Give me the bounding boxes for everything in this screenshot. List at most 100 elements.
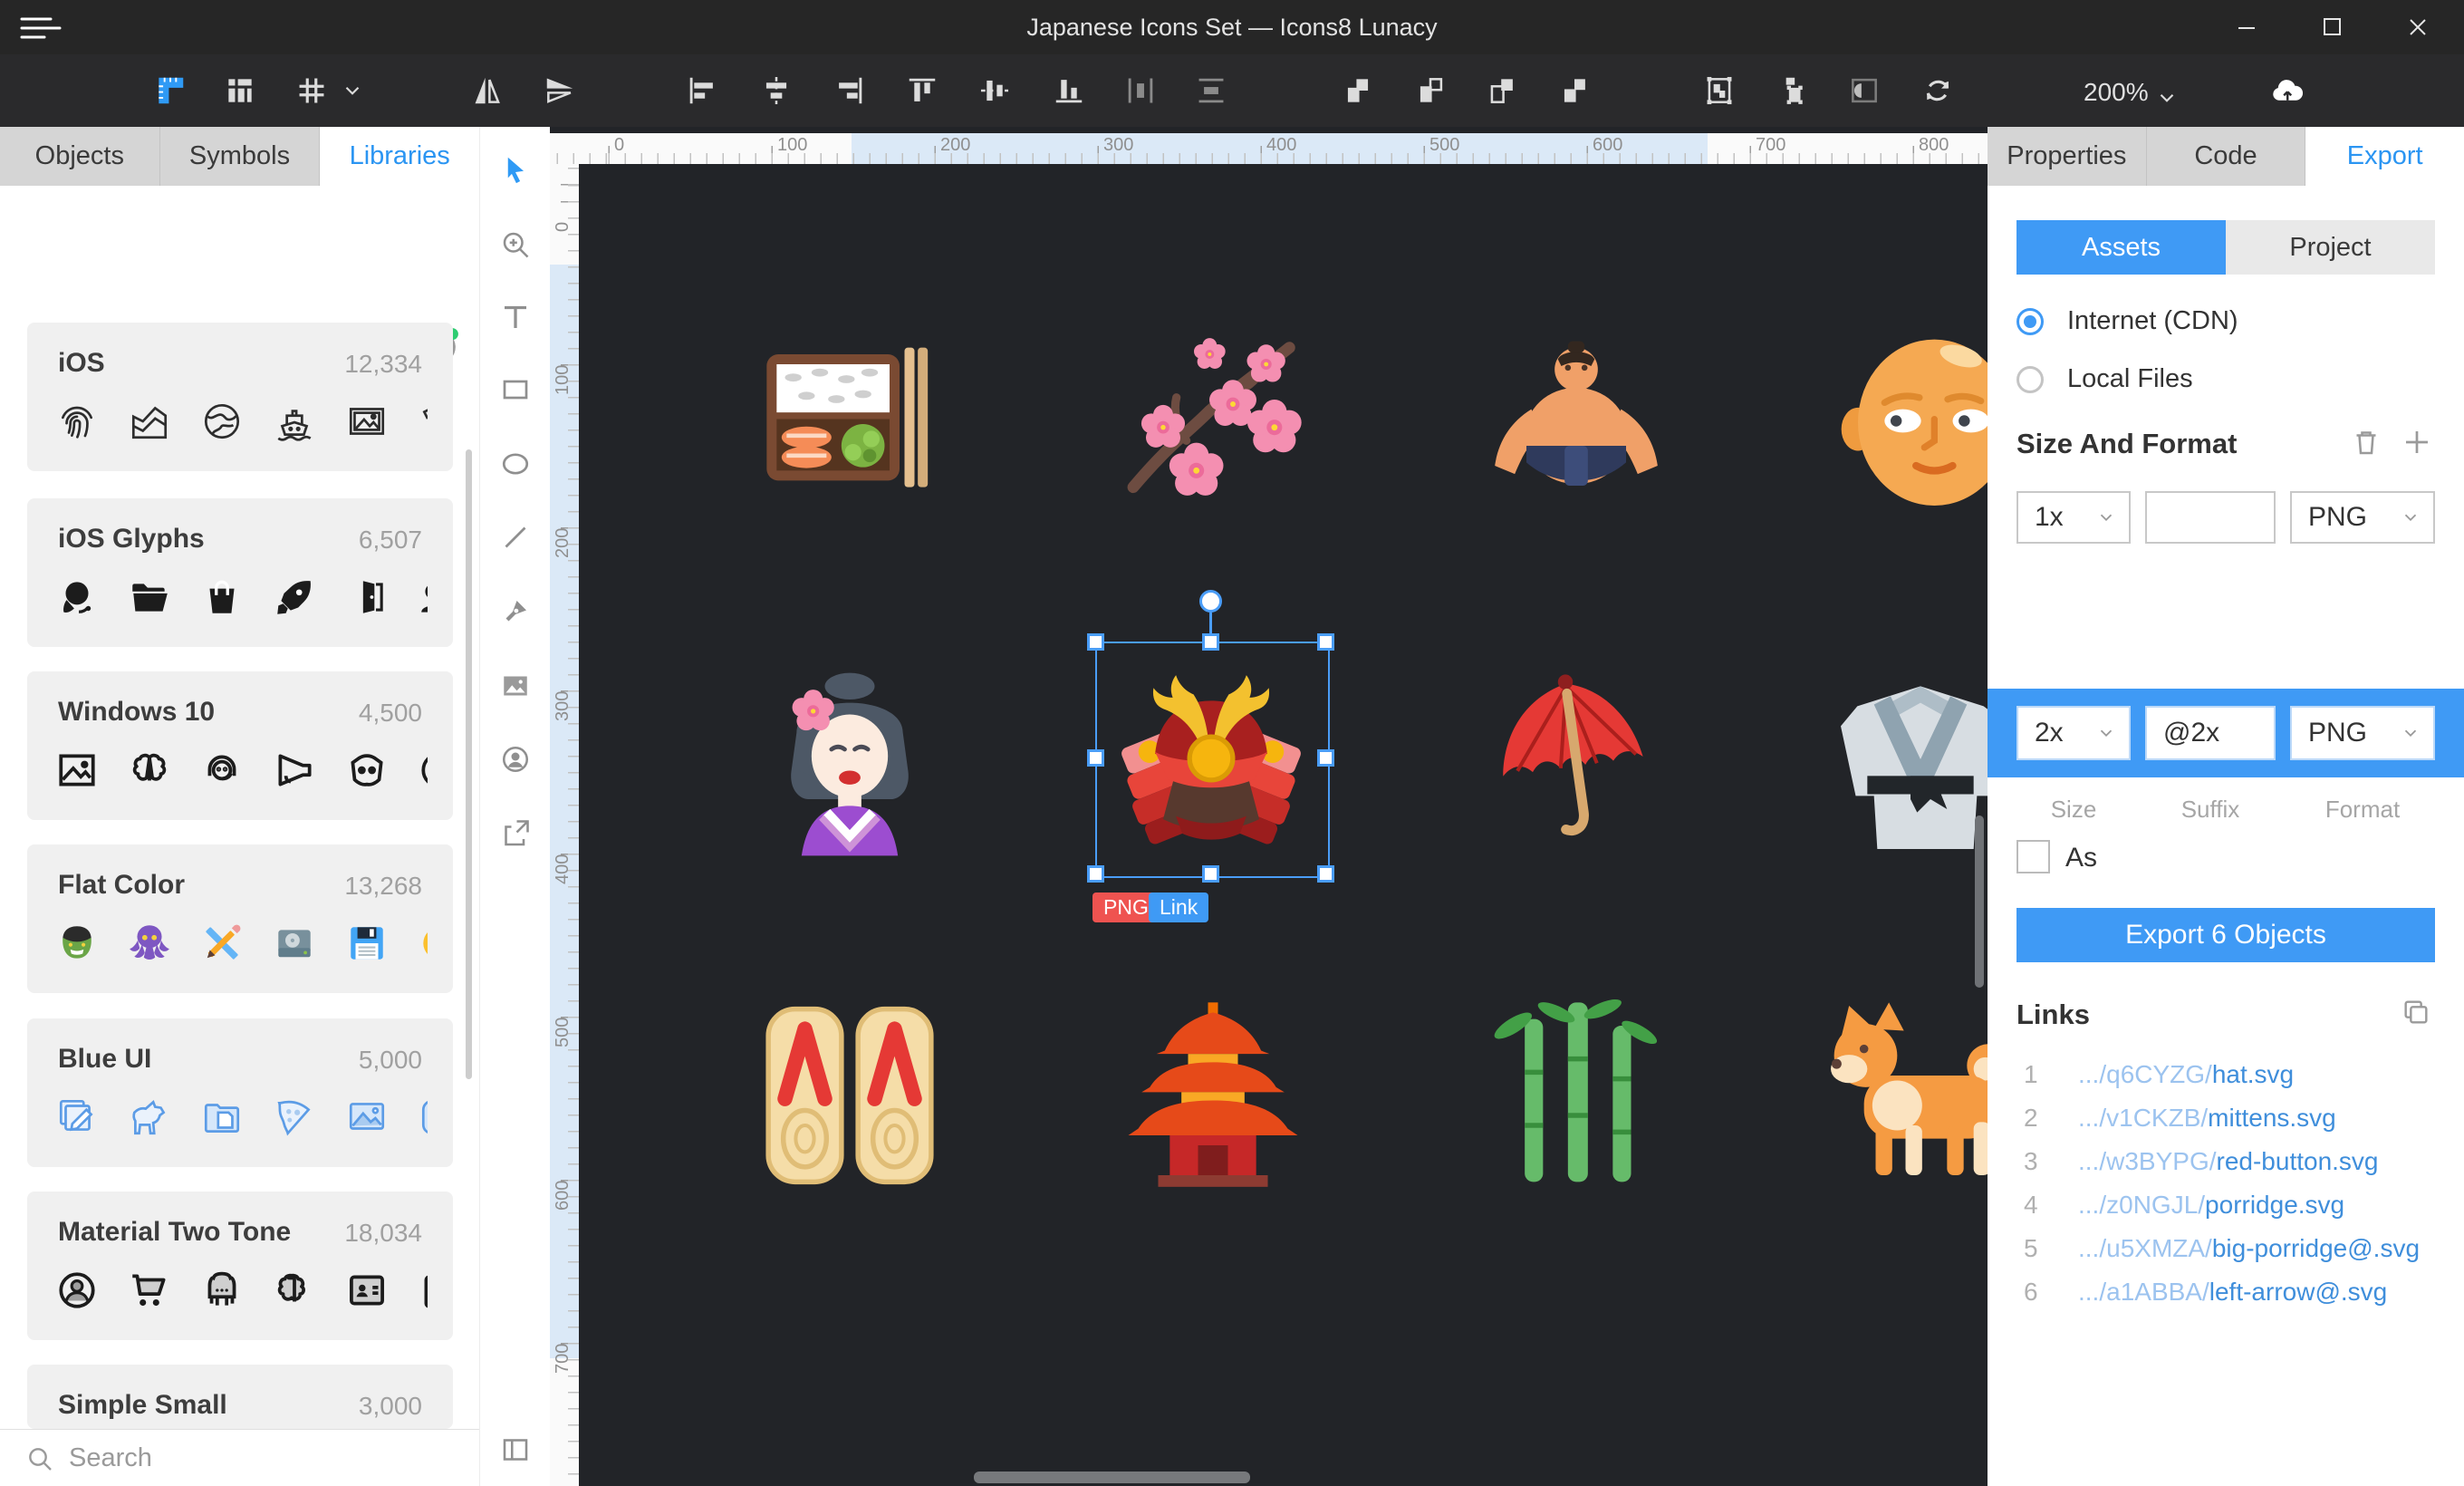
canvas-icon-paper-umbrella[interactable] [1477,660,1676,859]
link[interactable]: .../q6CYZG/hat.svg [2078,1060,2294,1089]
text-tool-icon[interactable] [497,299,534,335]
zoom-tool-icon[interactable] [497,227,534,263]
flip-horizontal-icon[interactable] [469,72,505,109]
tab-export[interactable]: Export [2305,127,2464,186]
flat-emoji-icon[interactable] [417,921,428,966]
arrange-bring-front-icon[interactable] [1484,72,1520,109]
ios-fingerprint-icon[interactable] [54,399,100,444]
search-input[interactable] [67,1443,415,1474]
win-megaphone-icon[interactable] [272,748,317,793]
format-select-1x[interactable]: PNG [2290,491,2435,544]
grid-chevron-down-icon[interactable] [339,72,366,109]
selection-handle-se[interactable] [1317,865,1334,883]
glyph-people-icon[interactable] [417,574,428,620]
zoom-level[interactable]: 200% [2084,78,2149,107]
flat-design-icon[interactable] [199,921,245,966]
align-middle-v-icon[interactable] [977,72,1013,109]
mat-brain-icon[interactable] [272,1268,317,1313]
ios-photo-icon[interactable] [344,399,390,444]
grid-icon[interactable] [294,72,330,109]
selection-handle-e[interactable] [1317,749,1334,767]
canvas-icon-shiba-inu[interactable] [1821,996,1988,1195]
distribute-h-icon[interactable] [1122,72,1159,109]
library-card-blue-ui[interactable]: Blue UI 5,000 [27,1018,453,1167]
tab-symbols[interactable]: Symbols [160,127,321,186]
format-select-2x[interactable]: PNG [2290,706,2435,760]
ellipse-tool-icon[interactable] [497,446,534,482]
flat-hdd-icon[interactable] [272,921,317,966]
image-tool-icon[interactable] [497,668,534,704]
ios-chart-icon[interactable] [127,399,172,444]
mat-clipboard-icon[interactable] [417,1268,428,1313]
canvas[interactable]: 0100200300400500600700800 01002003004005… [550,127,1988,1486]
sidebar-scrollbar[interactable] [466,449,472,1079]
radio-unselected-icon[interactable] [2016,366,2044,393]
canvas-icon-bamboo[interactable] [1477,996,1676,1195]
badge-link[interactable]: Link [1149,893,1208,922]
radio-internet-cdn[interactable]: Internet (CDN) [2016,306,2238,336]
tab-libraries[interactable]: Libraries [320,127,479,186]
win-photo-icon[interactable] [54,748,100,793]
size-row-highlighted[interactable]: 2x @2x PNG [1988,689,2464,777]
align-bottom-icon[interactable] [1051,72,1087,109]
size-select-1x[interactable]: 1x [2016,491,2131,544]
tab-objects[interactable]: Objects [0,127,160,186]
canvas-scrollbar-vertical[interactable] [1975,815,1984,988]
zoom-chevron-down-icon[interactable] [2149,80,2185,116]
library-card-ios-glyphs[interactable]: iOS Glyphs 6,507 [27,498,453,647]
link[interactable]: .../z0NGJL/porridge.svg [2078,1191,2344,1220]
canvas-scrollbar-horizontal[interactable] [974,1472,1250,1483]
toggle-project[interactable]: Project [2226,220,2435,275]
suffix-input-2x[interactable]: @2x [2145,706,2276,760]
cloud-upload-icon[interactable] [2270,72,2306,109]
link[interactable]: .../w3BYPG/red-button.svg [2078,1147,2379,1176]
size-select-2x[interactable]: 2x [2016,706,2131,760]
canvas-icon-monk-head[interactable] [1828,326,1988,526]
align-center-h-icon[interactable] [758,72,794,109]
selection-handle-nw[interactable] [1087,633,1104,651]
select-tool-icon[interactable] [497,152,534,188]
avatar-tool-icon[interactable] [497,741,534,777]
glyph-bag-icon[interactable] [199,574,245,620]
selection-handle-n[interactable] [1202,633,1219,651]
radio-local-files[interactable]: Local Files [2016,364,2193,394]
library-card-simple-small[interactable]: Simple Small 3,000 [27,1365,453,1429]
library-card-material-two-tone[interactable]: Material Two Tone 18,034 [27,1192,453,1340]
blue-copy-icon[interactable] [54,1095,100,1140]
arrange-send-back-icon[interactable] [1556,72,1593,109]
blue-pizza-icon[interactable] [272,1095,317,1140]
export-button[interactable]: Export 6 Objects [2016,908,2435,962]
frame-icon[interactable] [1701,72,1737,109]
arrange-send-backward-icon[interactable] [1412,72,1449,109]
win-supportgirl-icon[interactable] [199,748,245,793]
ios-shirt-icon[interactable] [417,399,428,444]
pen-tool-icon[interactable] [497,593,534,630]
trash-icon[interactable] [2350,426,2382,458]
as-checkbox[interactable] [2016,840,2050,873]
radio-selected-icon[interactable] [2016,308,2044,335]
align-right-icon[interactable] [832,72,868,109]
close-icon[interactable] [2386,0,2450,54]
selection-rotate-handle[interactable] [1199,590,1222,613]
maximize-icon[interactable] [2301,0,2364,54]
ios-globe-icon[interactable] [199,399,245,444]
mat-robot-icon[interactable] [199,1268,245,1313]
layout-grid-icon[interactable] [222,72,258,109]
win-brain-icon[interactable] [127,748,172,793]
copy-links-icon[interactable] [2401,997,2431,1028]
glyph-rocket-icon[interactable] [272,574,317,620]
slice-tool-icon[interactable] [497,815,534,852]
link[interactable]: .../v1CKZB/mittens.svg [2078,1104,2336,1133]
glyph-folder-icon[interactable] [127,574,172,620]
canvas-icon-bento-box[interactable] [750,324,949,524]
selection-rect[interactable] [1095,642,1330,878]
link[interactable]: .../a1ABBA/left-arrow@.svg [2078,1278,2387,1307]
mat-cart-icon[interactable] [127,1268,172,1313]
blue-camera-icon[interactable] [417,1095,428,1140]
blue-folderdoc-icon[interactable] [199,1095,245,1140]
tab-code[interactable]: Code [2147,127,2306,186]
canvas-icon-geisha[interactable] [750,660,949,859]
selection-handle-sw[interactable] [1087,865,1104,883]
add-size-icon[interactable] [2401,426,2433,458]
win-nochat-icon[interactable] [417,748,428,793]
